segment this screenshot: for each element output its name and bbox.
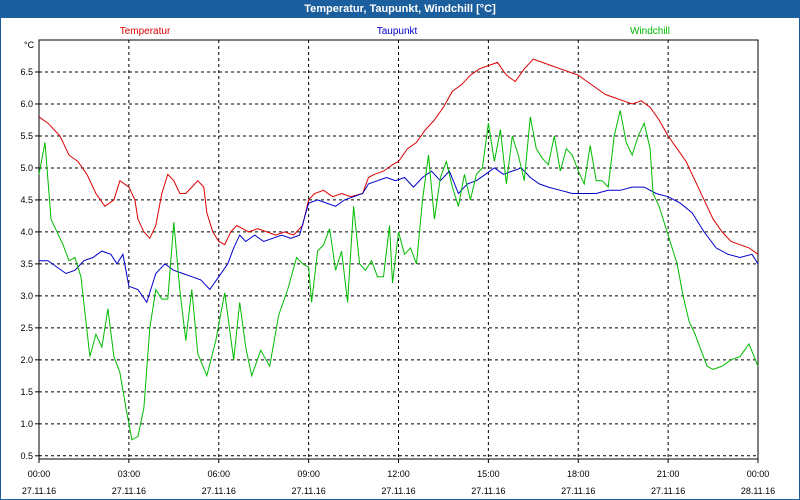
y-tick-label: 5.5 <box>20 131 33 141</box>
legend: Temperatur Taupunkt Windchill <box>120 26 670 37</box>
x-tick-time-label: 18:00 <box>567 469 590 479</box>
y-tick-label: 6.0 <box>20 99 33 109</box>
y-tick-label: 4.0 <box>20 227 33 237</box>
y-tick-label: 1.5 <box>20 387 33 397</box>
x-axis: 00:00 27.11.16 03:00 27.11.16 06:00 27.11.16 0… <box>22 459 775 496</box>
x-tick-time-label: 21:00 <box>657 469 680 479</box>
x-tick-date-label: 27.11.16 <box>381 486 415 496</box>
x-tick-time-label: 09:00 <box>297 469 320 479</box>
x-tick-time-label: 00:00 <box>747 469 770 479</box>
y-tick-label: 5.0 <box>20 163 33 173</box>
x-tick-date-label: 27.11.16 <box>291 486 325 496</box>
x-tick-time-label: 12:00 <box>387 469 410 479</box>
x-tick-date-label: 27.11.16 <box>22 486 56 496</box>
y-tick-label: 3.0 <box>20 291 33 301</box>
x-tick-date-label: 27.11.16 <box>112 486 146 496</box>
x-tick-time-label: 03:00 <box>118 469 141 479</box>
x-tick-date-label: 27.11.16 <box>651 486 685 496</box>
y-tick-label: 4.5 <box>20 195 33 205</box>
y-tick-label: 0.5 <box>20 451 33 461</box>
x-tick-time-label: 00:00 <box>28 469 51 479</box>
grid-lines <box>39 40 758 459</box>
y-axis: 0.5 1.0 1.5 2.0 2.5 3.0 3.5 4.0 4.5 5.0 5.5 6.0 6.5 <box>20 67 39 461</box>
x-tick-time-label: 06:00 <box>207 469 230 479</box>
x-tick-time-label: 15:00 <box>477 469 500 479</box>
x-tick-date-label: 27.11.16 <box>202 486 236 496</box>
legend-item-temperatur: Temperatur <box>120 26 171 37</box>
legend-item-taupunkt: Taupunkt <box>377 26 418 37</box>
x-tick-date-label: 27.11.16 <box>561 486 595 496</box>
y-tick-label: 2.5 <box>20 323 33 333</box>
y-tick-label: 3.5 <box>20 259 33 269</box>
x-tick-date-label: 27.11.16 <box>471 486 505 496</box>
y-tick-label: 6.5 <box>20 67 33 77</box>
y-axis-unit-label: °C <box>24 40 35 50</box>
legend-item-windchill: Windchill <box>630 26 670 37</box>
x-tick-date-label: 28.11.16 <box>741 486 775 496</box>
y-tick-label: 1.0 <box>20 419 33 429</box>
chart-canvas: 0.51.01.52.02.53.03.54.04.55.05.56.06.5 … <box>20 26 775 496</box>
y-tick-label: 2.0 <box>20 355 33 365</box>
